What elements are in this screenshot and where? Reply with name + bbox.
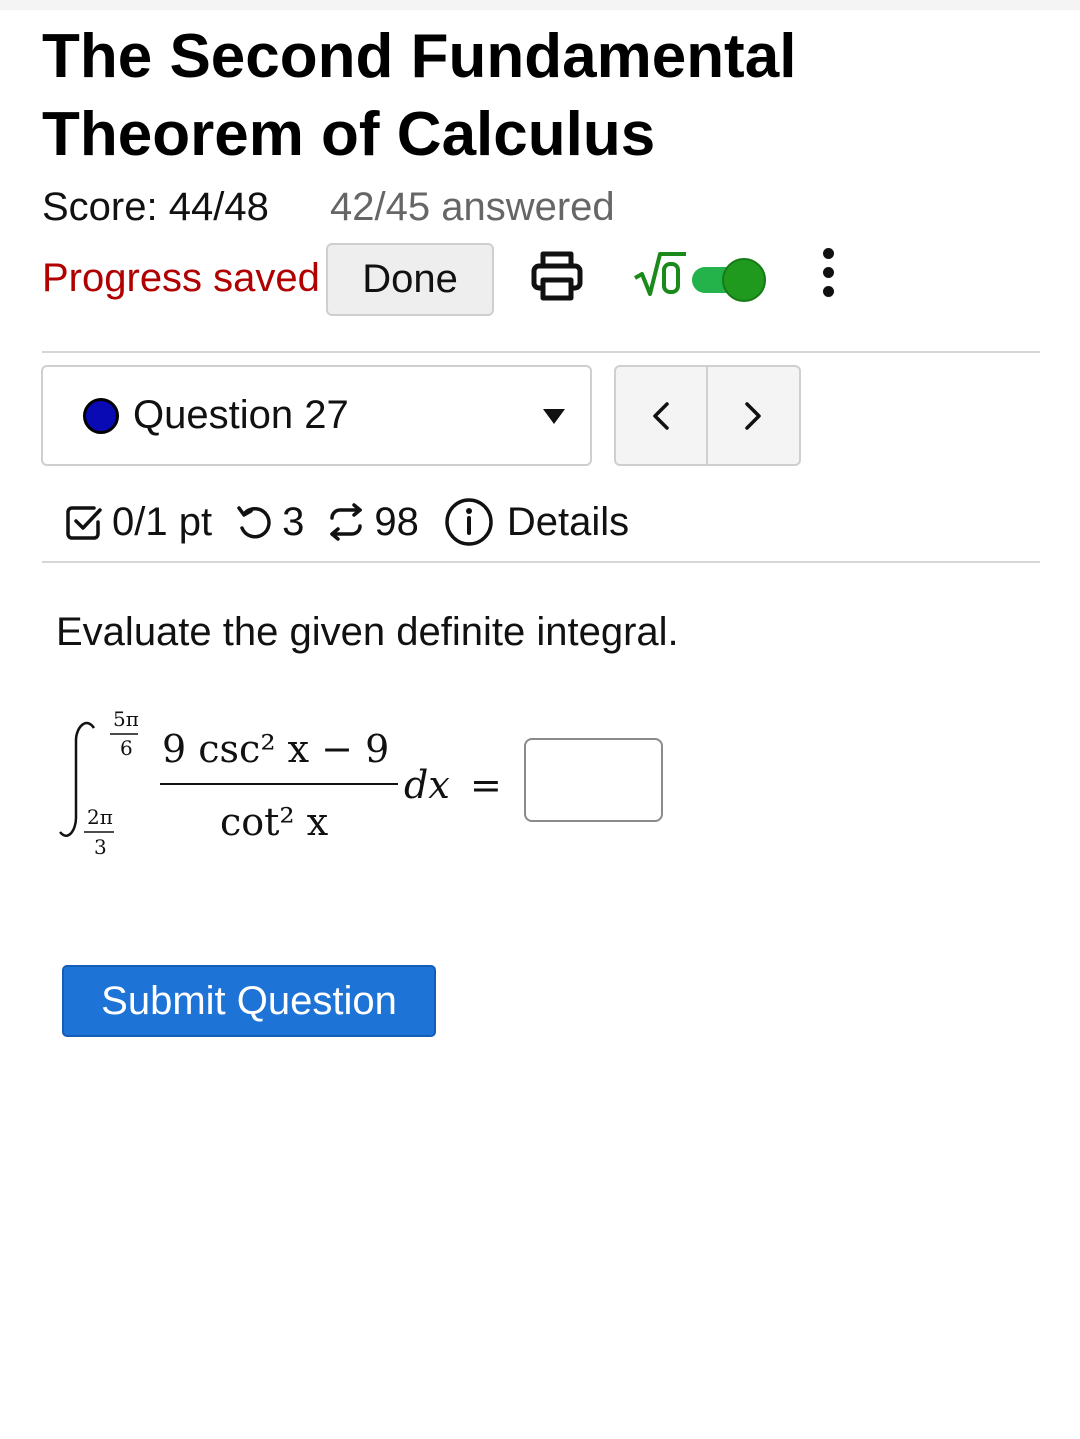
versions-count: 98 [374, 499, 419, 544]
divider [42, 351, 1040, 353]
equals-sign: = [470, 763, 502, 807]
question-status-dot [83, 398, 119, 434]
differential: dx [404, 763, 450, 807]
page-title: The Second Fundamental Theorem of Calcul… [42, 22, 797, 169]
checkbox-check-icon [66, 506, 102, 540]
kebab-menu-icon[interactable] [810, 248, 846, 304]
next-question-button[interactable] [708, 367, 800, 464]
question-meta-row: 0/1 pt 3 98 Details [64, 490, 629, 554]
toggle-knob [722, 258, 766, 302]
progress-status: Progress saved [42, 256, 320, 300]
info-icon[interactable] [443, 496, 495, 548]
sqrt-icon[interactable] [632, 248, 688, 304]
previous-question-button[interactable] [616, 367, 708, 464]
done-button[interactable]: Done [326, 243, 494, 316]
math-entry-toggle[interactable] [690, 258, 768, 304]
printer-icon[interactable] [528, 246, 586, 304]
answer-input[interactable] [524, 738, 663, 822]
score-text: Score: 44/48 [42, 185, 269, 229]
upper-limit-numerator: 5π [113, 707, 139, 731]
chevron-left-icon [653, 401, 669, 430]
caret-down-icon [543, 409, 565, 424]
question-select[interactable]: Question 27 [41, 365, 592, 466]
chevron-right-icon [745, 401, 761, 430]
details-link[interactable]: Details [507, 500, 629, 545]
answered-count: 42/45 answered [330, 185, 615, 229]
question-select-label: Question 27 [133, 393, 349, 437]
retry-icon [237, 506, 271, 539]
upper-limit-denominator: 6 [120, 736, 133, 760]
submit-question-button[interactable]: Submit Question [62, 965, 436, 1037]
question-nav-group [614, 365, 801, 466]
retries-count: 3 [282, 499, 305, 544]
divider [42, 561, 1040, 563]
lower-limit-denominator: 3 [94, 835, 107, 859]
integrand-denominator: cot² x [220, 800, 328, 844]
points-text: 0/1 pt [112, 499, 213, 544]
lower-limit-numerator: 2π [87, 805, 113, 829]
question-prompt: Evaluate the given definite integral. [56, 610, 679, 654]
top-strip [0, 0, 1080, 10]
swap-versions-icon [330, 503, 363, 541]
integrand-numerator: 9 csc² x − 9 [162, 727, 389, 771]
